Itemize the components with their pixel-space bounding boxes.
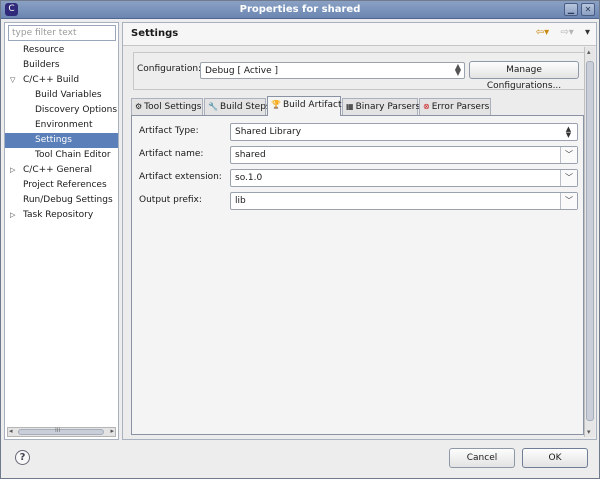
page-title: Settings [131,28,179,39]
ok-button[interactable]: OK [522,448,588,468]
artifact-extension-value: so.1.0 [235,173,263,183]
artifact-type-label: Artifact Type: [139,126,199,136]
chevron-down-icon[interactable]: ﹀ [560,170,577,186]
scroll-left-icon[interactable]: ◂ [9,427,13,435]
sidebar-item-label: Tool Chain Editor [35,150,111,160]
output-prefix-label: Output prefix: [139,195,202,205]
configuration-group: Configuration: Debug [ Active ] ▲ ▼ Manag… [133,52,588,91]
sidebar-item-label: C/C++ General [23,165,93,175]
artifact-name-combo[interactable]: shared ﹀ [230,146,578,164]
scroll-up-icon[interactable]: ▴ [587,48,591,56]
configuration-value: Debug [ Active ] [205,66,279,76]
sidebar-item-label: Project References [23,180,107,190]
close-icon[interactable]: ✕ [581,3,595,16]
tab-label: Tool Settings [144,102,202,112]
sidebar-item-label: Run/Debug Settings [23,195,113,205]
sidebar-horizontal-scrollbar[interactable]: ◂ III ▸ [7,427,116,437]
page-header: Settings ⇦▾ ⇨▾ ▾ [123,23,596,46]
artifact-name-label: Artifact name: [139,149,204,159]
sidebar-item-label: Build Variables [35,90,102,100]
scroll-right-icon[interactable]: ▸ [110,427,114,435]
sidebar-item-label: Builders [23,60,60,70]
output-prefix-value: lib [235,196,246,206]
artifact-type-value: Shared Library [235,127,302,137]
spinner-icon: ▲ ▼ [454,62,461,77]
help-icon[interactable]: ? [15,450,30,465]
artifact-extension-combo[interactable]: so.1.0 ﹀ [230,169,578,187]
sidebar-item-resource[interactable]: Resource [5,43,118,58]
artifact-type-select[interactable]: Shared Library ▲ ▼ [230,123,578,141]
sidebar-item-tool-chain-editor[interactable]: Tool Chain Editor [5,148,118,163]
configuration-label: Configuration: [137,64,202,74]
chevron-down-icon[interactable]: ﹀ [560,147,577,163]
history-nav: ⇦▾ ⇨▾ ▾ [528,27,590,38]
sidebar-item-build-variables[interactable]: Build Variables [5,88,118,103]
configuration-select[interactable]: Debug [ Active ] ▲ ▼ [200,62,465,79]
sidebar-item-discovery-options[interactable]: Discovery Options [5,103,118,118]
forward-arrow-icon[interactable]: ⇨▾ [560,27,573,38]
tool-settings-icon: ⚙ [135,102,143,111]
tab-label: Binary Parsers [355,102,421,112]
expand-right-icon[interactable]: ▷ [10,208,15,223]
back-arrow-icon[interactable]: ⇦▾ [536,27,549,38]
settings-panel: Settings ⇦▾ ⇨▾ ▾ Configuration: Debug [ … [122,22,597,440]
sidebar-item-label: Settings [35,135,72,145]
binary-parser-icon: ▦ [346,102,354,111]
view-menu-icon[interactable]: ▾ [585,27,590,38]
tab-label: Build Artifact [282,100,342,110]
scroll-down-icon[interactable]: ▾ [587,428,591,436]
error-icon: ⊗ [423,102,430,111]
sidebar-item-label: Environment [35,120,93,130]
tab-label: Build Steps [219,102,271,112]
expand-right-icon[interactable]: ▷ [10,163,15,178]
sidebar-item-environment[interactable]: Environment [5,118,118,133]
minimize-icon[interactable]: ▁ [564,3,578,16]
sidebar-item-run-debug-settings[interactable]: Run/Debug Settings [5,193,118,208]
tab-error-parsers[interactable]: ⊗ Error Parsers [419,98,491,115]
filter-input[interactable]: type filter text [8,25,116,41]
tab-tool-settings[interactable]: ⚙ Tool Settings [131,98,203,115]
tab-binary-parsers[interactable]: ▦ Binary Parsers [342,98,421,115]
scrollbar-thumb[interactable] [586,61,594,421]
title-bar[interactable]: C Properties for shared ▁ ✕ [1,1,599,19]
tab-label: Error Parsers [431,102,490,112]
scrollbar-grip: III [55,427,61,434]
sidebar-item-cpp-build[interactable]: ▽ C/C++ Build [5,73,118,88]
sidebar-item-label: Resource [23,45,65,55]
cancel-button[interactable]: Cancel [449,448,515,468]
sidebar-item-project-references[interactable]: Project References [5,178,118,193]
sidebar-panel: type filter text Resource Builders ▽ C/C… [4,22,119,440]
wrench-icon: 🔧 [208,102,218,111]
tab-build-artifact[interactable]: 🏆 Build Artifact [267,96,341,116]
trophy-icon: 🏆 [271,100,281,109]
chevron-down-icon[interactable]: ﹀ [560,193,577,209]
artifact-extension-label: Artifact extension: [139,172,222,182]
artifact-name-value: shared [235,150,266,160]
window-title: Properties for shared [239,4,361,15]
tab-build-steps[interactable]: 🔧 Build Steps [204,98,271,115]
build-artifact-page: Artifact Type: Shared Library ▲ ▼ Artifac… [131,115,584,435]
sidebar-item-label: Task Repository [23,210,94,220]
sidebar-item-builders[interactable]: Builders [5,58,118,73]
sidebar-item-cpp-general[interactable]: ▷ C/C++ General [5,163,118,178]
properties-dialog: C Properties for shared ▁ ✕ type filter … [0,0,600,479]
expand-down-icon[interactable]: ▽ [10,73,15,88]
output-prefix-combo[interactable]: lib ﹀ [230,192,578,210]
sidebar-item-settings[interactable]: Settings [5,133,118,148]
settings-vertical-scrollbar[interactable]: ▴ ▾ [584,47,595,437]
scrollbar-thumb[interactable]: III [18,427,104,435]
sidebar-item-task-repository[interactable]: ▷ Task Repository [5,208,118,223]
manage-configurations-button[interactable]: Manage Configurations... [469,61,579,91]
sidebar-item-label: Discovery Options [35,105,118,115]
properties-tree: Resource Builders ▽ C/C++ Build Build Va… [5,43,118,223]
spinner-icon: ▲ ▼ [565,125,572,139]
sidebar-item-label: C/C++ Build [23,75,80,85]
